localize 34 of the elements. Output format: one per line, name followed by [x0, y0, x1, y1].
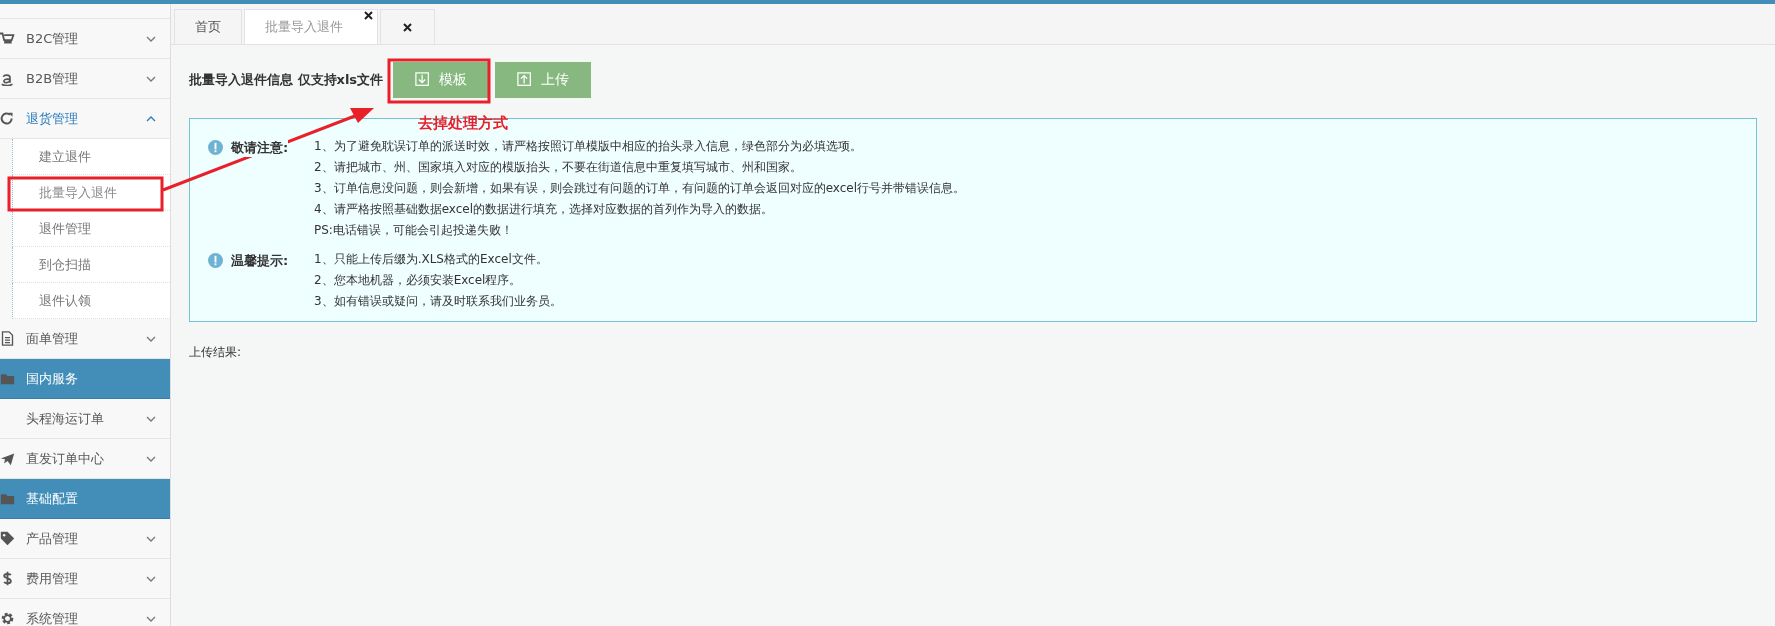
sidebar-menu-item[interactable]: B2C管理 — [0, 19, 170, 59]
document-icon — [0, 331, 15, 346]
sidebar-menu-item[interactable]: 系统管理 — [0, 599, 170, 626]
folder-icon — [0, 371, 15, 386]
upload-icon — [517, 72, 534, 88]
tab[interactable]: 首页 — [174, 9, 242, 44]
plane-icon — [0, 451, 15, 466]
sidebar-subitem[interactable]: 退件认领 — [12, 283, 170, 319]
sidebar-subitem[interactable]: 到仓扫描 — [12, 247, 170, 283]
sidebar-subitem[interactable]: 建立退件 — [12, 139, 170, 175]
sidebar-subitem[interactable]: 退件管理 — [12, 211, 170, 247]
dollar-icon — [0, 571, 15, 586]
info-icon — [208, 140, 223, 155]
sidebar-menu-item[interactable]: B2B管理 — [0, 59, 170, 99]
notice-title: 温馨提示: — [231, 252, 289, 270]
refresh-icon — [0, 111, 15, 126]
close-icon[interactable] — [403, 22, 412, 32]
annotation-text: 去掉处理方式 — [418, 114, 508, 133]
sidebar-menu-item[interactable]: 头程海运订单 — [0, 399, 170, 439]
sidebar-section-header[interactable]: 基础配置 — [0, 479, 170, 519]
sidebar-section-header[interactable]: 国内服务 — [0, 359, 170, 399]
close-icon[interactable] — [364, 11, 373, 20]
download-icon — [415, 72, 432, 88]
cart-icon — [0, 31, 15, 46]
gear-icon — [0, 611, 15, 626]
notice-title: 敬请注意: — [231, 139, 289, 157]
page-title: 批量导入退件信息 仅支持xls文件 — [189, 71, 384, 89]
folder-icon — [0, 491, 15, 506]
sidebar-menu-item[interactable]: 费用管理 — [0, 559, 170, 599]
info-icon — [208, 253, 223, 268]
sidebar-menu-item[interactable]: 产品管理 — [0, 519, 170, 559]
upload-result-label: 上传结果: — [189, 344, 243, 361]
amazon-icon — [0, 71, 15, 86]
tab[interactable]: 批量导入退件 — [244, 9, 378, 44]
